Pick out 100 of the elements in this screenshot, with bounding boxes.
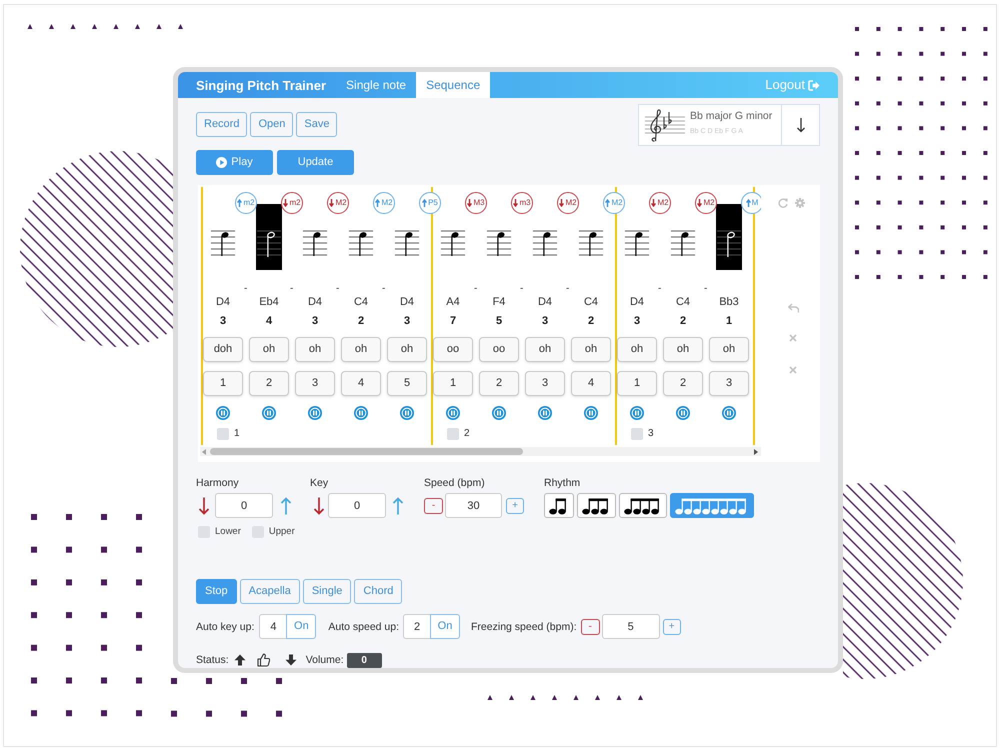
pause-icon[interactable] <box>538 406 552 420</box>
down-arrow-icon <box>283 199 288 207</box>
number-button[interactable]: 4 <box>341 371 381 396</box>
down-arrow-icon <box>796 117 806 133</box>
pitch-label: D4 <box>628 295 646 309</box>
close-icon[interactable] <box>789 334 797 342</box>
field-label: Volume: <box>306 654 344 666</box>
scroll-left-icon[interactable] <box>202 448 206 454</box>
syllable-button[interactable]: doh <box>203 337 243 362</box>
group-number: 1 <box>234 429 240 439</box>
close-icon[interactable] <box>789 366 797 374</box>
field-label: Harmony <box>196 477 239 489</box>
number-button[interactable]: 4 <box>571 371 611 396</box>
thumbs-up-icon <box>256 653 270 667</box>
rhythm-button[interactable] <box>577 493 616 518</box>
scale-degree: 3 <box>310 314 320 328</box>
up-arrow-icon[interactable] <box>280 496 292 514</box>
harmony-input[interactable]: 0 <box>215 493 273 518</box>
interval-label: M3 <box>473 199 485 207</box>
key-signature-icon <box>645 108 685 144</box>
up-arrow-icon <box>234 654 246 666</box>
auto-key-input[interactable]: 4 <box>259 614 288 639</box>
pause-icon[interactable] <box>584 406 598 420</box>
up-arrow-icon <box>422 199 428 207</box>
dash: - <box>520 284 524 294</box>
syllable-button[interactable]: oh <box>571 337 611 362</box>
play-icon <box>216 157 228 168</box>
pause-icon[interactable] <box>630 406 644 420</box>
up-arrow-icon <box>605 199 610 207</box>
pause-icon[interactable] <box>722 406 736 420</box>
number-button[interactable]: 1 <box>203 371 243 396</box>
syllable-button[interactable]: oo <box>479 337 519 362</box>
down-arrow-icon[interactable] <box>313 496 325 514</box>
pause-icon[interactable] <box>216 406 230 420</box>
pause-icon[interactable] <box>308 406 322 420</box>
dash: - <box>382 284 386 294</box>
interval-label: m2 <box>243 199 255 207</box>
syllable-button[interactable]: oh <box>617 337 657 362</box>
scale-degree: 3 <box>540 314 550 328</box>
horizontal-scrollbar[interactable] <box>200 447 761 456</box>
syllable-button[interactable]: oh <box>387 337 427 362</box>
refresh-icon[interactable] <box>778 198 788 208</box>
key-input[interactable]: 0 <box>328 493 386 518</box>
undo-icon[interactable] <box>788 303 799 313</box>
syllable-button[interactable]: oh <box>525 337 565 362</box>
pause-icon[interactable] <box>676 406 690 420</box>
pitch-label: D4 <box>306 295 324 309</box>
checkbox[interactable] <box>631 428 643 440</box>
scale-degree: 2 <box>678 314 688 328</box>
dash: - <box>290 284 294 294</box>
decrease-button[interactable]: - <box>424 498 443 514</box>
down-arrow-icon <box>513 199 518 207</box>
field-label: Key <box>310 477 328 489</box>
auto-speed-input[interactable]: 2 <box>403 614 432 639</box>
decrease-button[interactable]: - <box>580 618 600 634</box>
number-button[interactable]: 2 <box>663 371 703 396</box>
field-label: Auto speed up: <box>328 620 400 632</box>
dash: - <box>336 284 340 294</box>
up-arrow-icon[interactable] <box>392 496 404 514</box>
rhythm-button[interactable] <box>544 493 574 518</box>
number-button[interactable]: 2 <box>249 371 289 396</box>
beamed-notes-icon <box>675 496 749 514</box>
speed-input[interactable]: 30 <box>445 493 502 518</box>
field-label: Rhythm <box>544 477 580 489</box>
syllable-button[interactable]: oh <box>295 337 335 362</box>
rhythm-button[interactable] <box>619 493 667 518</box>
pause-icon[interactable] <box>354 406 368 420</box>
interval-label: m2 <box>289 199 301 207</box>
pitch-label: C4 <box>582 295 600 309</box>
field-label: Freezing speed (bpm): <box>471 620 577 632</box>
freezing-speed-input[interactable]: 5 <box>602 614 660 639</box>
pitch-label: D4 <box>214 295 232 309</box>
number-button[interactable]: 2 <box>479 371 519 396</box>
scrollbar-thumb[interactable] <box>210 448 523 455</box>
pause-icon[interactable] <box>492 406 506 420</box>
up-arrow-icon <box>746 199 751 207</box>
number-button[interactable]: 3 <box>525 371 565 396</box>
checkbox[interactable] <box>217 428 229 440</box>
scroll-right-icon[interactable] <box>754 448 758 454</box>
scale-degree: 7 <box>448 314 458 328</box>
syllable-button[interactable]: oh <box>249 337 289 362</box>
checkbox[interactable] <box>447 428 459 440</box>
pause-icon[interactable] <box>446 406 460 420</box>
down-arrow-icon[interactable] <box>198 496 210 514</box>
dash: - <box>658 284 662 294</box>
number-button[interactable]: 3 <box>709 371 749 396</box>
syllable-button[interactable]: oh <box>663 337 703 362</box>
pause-icon[interactable] <box>262 406 276 420</box>
syllable-button[interactable]: oh <box>709 337 749 362</box>
pause-icon[interactable] <box>400 406 414 420</box>
number-button[interactable]: 1 <box>617 371 657 396</box>
pitch-label: C4 <box>352 295 370 309</box>
number-button[interactable]: 3 <box>295 371 335 396</box>
syllable-button[interactable]: oh <box>341 337 381 362</box>
settings-icon[interactable] <box>795 198 805 208</box>
number-button[interactable]: 1 <box>433 371 473 396</box>
pitch-label: A4 <box>445 295 461 309</box>
number-button[interactable]: 5 <box>387 371 427 396</box>
key-name: Bb major G minor <box>690 110 772 122</box>
syllable-button[interactable]: oo <box>433 337 473 362</box>
